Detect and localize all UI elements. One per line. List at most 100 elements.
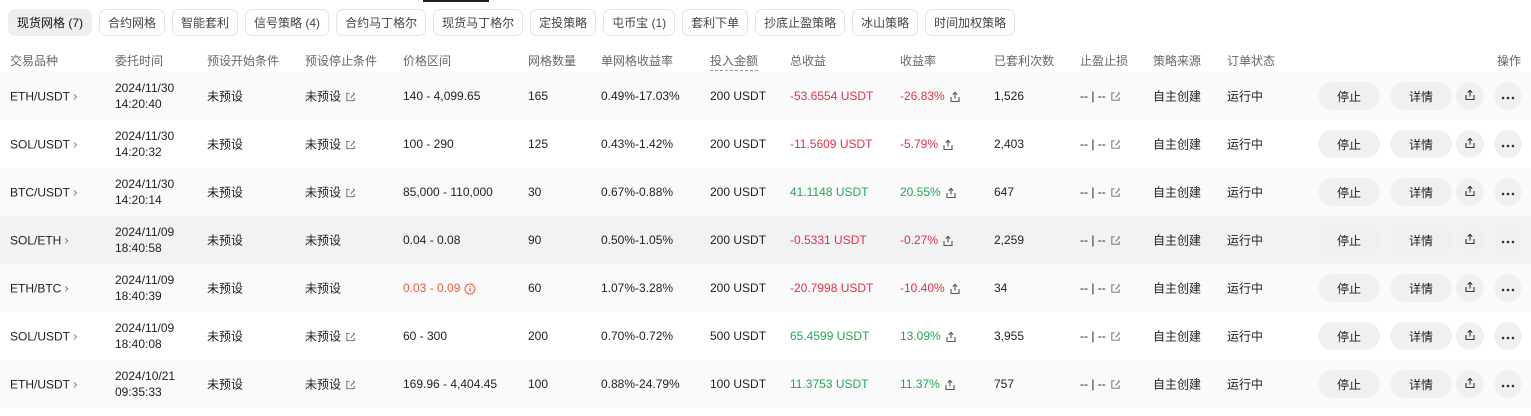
edit-icon[interactable] <box>1106 185 1121 199</box>
grid-count: 200 <box>528 329 549 343</box>
col-invest[interactable]: 投入金额 <box>710 52 759 71</box>
tpsl-cell[interactable]: -- | -- <box>1080 185 1121 199</box>
pair-link[interactable]: SOL/ETH › <box>10 233 69 248</box>
start-condition: 未预设 <box>207 185 244 200</box>
detail-button[interactable]: 详情 <box>1390 178 1452 206</box>
edit-icon[interactable] <box>1106 233 1121 247</box>
share-icon[interactable] <box>940 377 956 391</box>
table-row[interactable]: ETH/USDT › 2024/10/21 09:35:33 未预设 未预设 169.96 … <box>0 360 1531 408</box>
tpsl-cell[interactable]: -- | -- <box>1080 89 1121 103</box>
more-button[interactable] <box>1494 322 1522 350</box>
more-button[interactable] <box>1494 130 1522 158</box>
share-button[interactable] <box>1456 274 1484 302</box>
more-button[interactable] <box>1494 274 1522 302</box>
yield-cell: 13.09% <box>900 329 957 343</box>
edit-icon[interactable] <box>1106 377 1121 391</box>
share-icon[interactable] <box>945 281 961 295</box>
share-button[interactable] <box>1456 178 1484 206</box>
table-row[interactable]: BTC/USDT › 2024/11/30 14:20:14 未预设 未预设 85,000 … <box>0 168 1531 216</box>
tab-1[interactable]: 合约网格 <box>99 9 166 36</box>
tpsl-value: -- | -- <box>1080 281 1106 295</box>
share-button[interactable] <box>1456 226 1484 254</box>
price-range: 140 - 4,099.65 <box>403 89 480 103</box>
stop-condition[interactable]: 未预设 <box>305 136 356 153</box>
tab-11[interactable]: 时间加权策略 <box>925 9 1016 36</box>
edit-icon[interactable] <box>341 186 356 200</box>
strategy-source: 自主创建 <box>1153 137 1202 152</box>
stop-condition[interactable]: 未预设 <box>305 376 356 393</box>
pair-link[interactable]: SOL/USDT › <box>10 137 77 152</box>
tab-7[interactable]: 屯币宝 (1) <box>603 9 676 36</box>
detail-button[interactable]: 详情 <box>1390 370 1452 398</box>
table-row[interactable]: ETH/USDT › 2024/11/30 14:20:40 未预设 未预设 140 - 4… <box>0 72 1531 120</box>
order-clock: 18:40:58 <box>115 241 162 255</box>
more-button[interactable] <box>1494 370 1522 398</box>
more-button[interactable] <box>1494 226 1522 254</box>
table-row[interactable]: SOL/USDT › 2024/11/09 18:40:08 未预设 未预设 60 - 30… <box>0 312 1531 360</box>
edit-icon[interactable] <box>341 90 356 104</box>
edit-icon[interactable] <box>1106 281 1121 295</box>
tab-8[interactable]: 套利下单 <box>682 9 749 36</box>
stop-condition[interactable]: 未预设 <box>305 88 356 105</box>
detail-button[interactable]: 详情 <box>1390 82 1452 110</box>
tab-0[interactable]: 现货网格 (7) <box>8 9 93 36</box>
stop-button[interactable]: 停止 <box>1318 370 1380 398</box>
info-icon[interactable] <box>460 281 476 295</box>
tab-6[interactable]: 定投策略 <box>530 9 597 36</box>
table-row[interactable]: ETH/BTC › 2024/11/09 18:40:39 未预设 未预设 0.03 - 0… <box>0 264 1531 312</box>
tab-2[interactable]: 智能套利 <box>172 9 239 36</box>
tab-4[interactable]: 合约马丁格尔 <box>336 9 427 36</box>
stop-button[interactable]: 停止 <box>1318 130 1380 158</box>
more-button[interactable] <box>1494 178 1522 206</box>
pair-link[interactable]: SOL/USDT › <box>10 329 77 344</box>
price-range-value: 60 - 300 <box>403 329 448 343</box>
share-button[interactable] <box>1456 82 1484 110</box>
stop-condition[interactable]: 未预设 <box>305 328 356 345</box>
share-button[interactable] <box>1456 322 1484 350</box>
tpsl-cell[interactable]: -- | -- <box>1080 233 1121 247</box>
edit-icon[interactable] <box>1106 89 1121 103</box>
tab-3[interactable]: 信号策略 (4) <box>245 9 330 36</box>
edit-icon[interactable] <box>341 330 356 344</box>
pair-link[interactable]: BTC/USDT › <box>10 185 77 200</box>
share-icon[interactable] <box>938 233 954 247</box>
stop-button[interactable]: 停止 <box>1318 322 1380 350</box>
edit-icon[interactable] <box>1106 137 1121 151</box>
detail-button[interactable]: 详情 <box>1390 130 1452 158</box>
detail-button[interactable]: 详情 <box>1390 322 1452 350</box>
stop-button[interactable]: 停止 <box>1318 226 1380 254</box>
pair-link[interactable]: ETH/USDT › <box>10 377 77 392</box>
more-icon <box>1501 233 1515 247</box>
edit-icon[interactable] <box>1106 329 1121 343</box>
table-row[interactable]: SOL/USDT › 2024/11/30 14:20:32 未预设 未预设 100 - 2… <box>0 120 1531 168</box>
edit-icon[interactable] <box>341 378 356 392</box>
tpsl-cell[interactable]: -- | -- <box>1080 137 1121 151</box>
order-clock: 18:40:08 <box>115 337 162 351</box>
detail-button[interactable]: 详情 <box>1390 274 1452 302</box>
share-icon[interactable] <box>938 137 954 151</box>
tpsl-cell[interactable]: -- | -- <box>1080 329 1121 343</box>
pair-link[interactable]: ETH/BTC › <box>10 281 69 296</box>
stop-button[interactable]: 停止 <box>1318 82 1380 110</box>
tpsl-cell[interactable]: -- | -- <box>1080 281 1121 295</box>
table-row[interactable]: SOL/ETH › 2024/11/09 18:40:58 未预设 未预设 0.04 - 0… <box>0 216 1531 264</box>
share-button[interactable] <box>1456 130 1484 158</box>
tab-9[interactable]: 抄底止盈策略 <box>755 9 846 36</box>
edit-icon[interactable] <box>341 138 356 152</box>
tpsl-cell[interactable]: -- | -- <box>1080 377 1121 391</box>
detail-button[interactable]: 详情 <box>1390 226 1452 254</box>
tab-5[interactable]: 现货马丁格尔 <box>433 9 524 36</box>
pair-link[interactable]: ETH/USDT › <box>10 89 77 104</box>
share-icon[interactable] <box>941 329 957 343</box>
stop-button[interactable]: 停止 <box>1318 274 1380 302</box>
more-button[interactable] <box>1494 82 1522 110</box>
share-button[interactable] <box>1456 370 1484 398</box>
start-condition: 未预设 <box>207 137 244 152</box>
stop-button[interactable]: 停止 <box>1318 178 1380 206</box>
order-time: 2024/11/09 18:40:39 <box>115 272 174 304</box>
price-range: 169.96 - 4,404.45 <box>403 377 497 391</box>
stop-condition[interactable]: 未预设 <box>305 184 356 201</box>
share-icon[interactable] <box>941 185 957 199</box>
tab-10[interactable]: 冰山策略 <box>852 9 919 36</box>
share-icon[interactable] <box>945 89 961 103</box>
